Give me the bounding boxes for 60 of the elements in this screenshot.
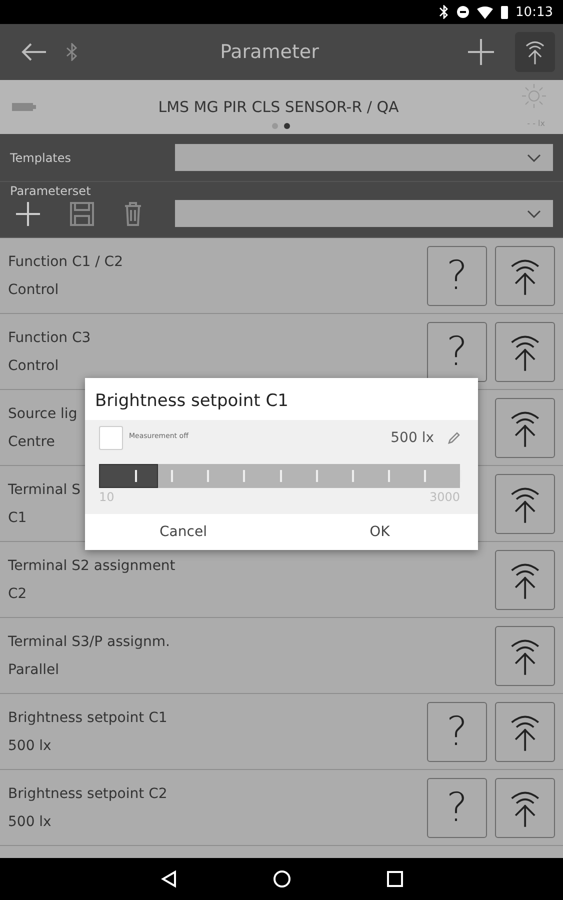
- parameter-name: Terminal S: [8, 482, 81, 498]
- page-indicator-dot[interactable]: [284, 123, 290, 129]
- checkbox[interactable]: [99, 426, 123, 450]
- plus-icon: [468, 39, 494, 65]
- recents-icon[interactable]: [386, 871, 402, 887]
- parameter-value: C2: [8, 586, 27, 602]
- home-icon[interactable]: [272, 870, 290, 888]
- transfer-button[interactable]: [515, 32, 555, 72]
- parameter-name: Function C1 / C2: [8, 254, 123, 270]
- chevron-down-icon: [527, 210, 541, 218]
- pencil-icon[interactable]: [448, 432, 460, 444]
- sun-icon: [521, 83, 547, 109]
- parameter-value: Control: [8, 282, 59, 298]
- status-time: 10:13: [516, 4, 553, 20]
- slider-track[interactable]: [99, 464, 460, 488]
- screen-title: Parameter: [219, 41, 320, 63]
- transfer-button[interactable]: [495, 246, 555, 306]
- help-button[interactable]: ?: [427, 778, 487, 838]
- transfer-button[interactable]: [495, 322, 555, 382]
- transfer-button[interactable]: [495, 398, 555, 458]
- parameter-value: C1: [8, 510, 27, 526]
- bluetooth-icon: [438, 5, 449, 19]
- bluetooth-icon: [66, 43, 78, 61]
- battery-icon: [500, 6, 508, 18]
- parameter-value: 500 lx: [8, 814, 52, 830]
- parameter-value: 500 lx: [8, 738, 52, 754]
- parameter-name: Terminal S3/P assignm.: [8, 634, 170, 650]
- dialog-title: Brightness setpoint C1: [94, 390, 290, 413]
- transfer-button[interactable]: [495, 626, 555, 686]
- parameter-value: Control: [8, 358, 59, 374]
- parameterset-label: Parameterset: [10, 184, 92, 198]
- dialog-button[interactable]: OK: [282, 514, 478, 550]
- trash-icon[interactable]: [124, 202, 142, 226]
- transfer-button[interactable]: [495, 702, 555, 762]
- battery-icon: [12, 103, 36, 111]
- back-icon[interactable]: [160, 870, 176, 888]
- page-indicator-dot[interactable]: [272, 123, 278, 129]
- transfer-button[interactable]: [495, 778, 555, 838]
- plus-icon[interactable]: [16, 202, 40, 226]
- parameter-value: Centre: [8, 434, 55, 450]
- templates-label: Templates: [10, 150, 72, 164]
- transfer-button[interactable]: [495, 550, 555, 610]
- transfer-button[interactable]: [495, 474, 555, 534]
- setpoint-reading: 500 lx: [390, 430, 434, 446]
- wifi-icon: [476, 6, 493, 18]
- parameter-value: Parallel: [8, 662, 60, 678]
- device-name: LMS MG PIR CLS SENSOR-R / QA: [157, 98, 400, 116]
- parameter-name: Function C3: [8, 330, 91, 346]
- parameter-name: Terminal S2 assignment: [8, 558, 176, 574]
- help-button[interactable]: ?: [427, 322, 487, 382]
- help-button[interactable]: ?: [427, 702, 487, 762]
- parameter-name: Brightness setpoint C2: [8, 786, 168, 802]
- parameter-name: Brightness setpoint C1: [8, 710, 168, 726]
- do-not-disturb-icon: [456, 6, 469, 18]
- parameter-name: Source lig: [8, 406, 78, 422]
- save-icon[interactable]: [70, 202, 94, 226]
- dialog-button[interactable]: Cancel: [85, 514, 282, 550]
- back-arrow-icon: [21, 42, 47, 62]
- help-button[interactable]: ?: [427, 246, 487, 306]
- chevron-down-icon: [527, 154, 541, 162]
